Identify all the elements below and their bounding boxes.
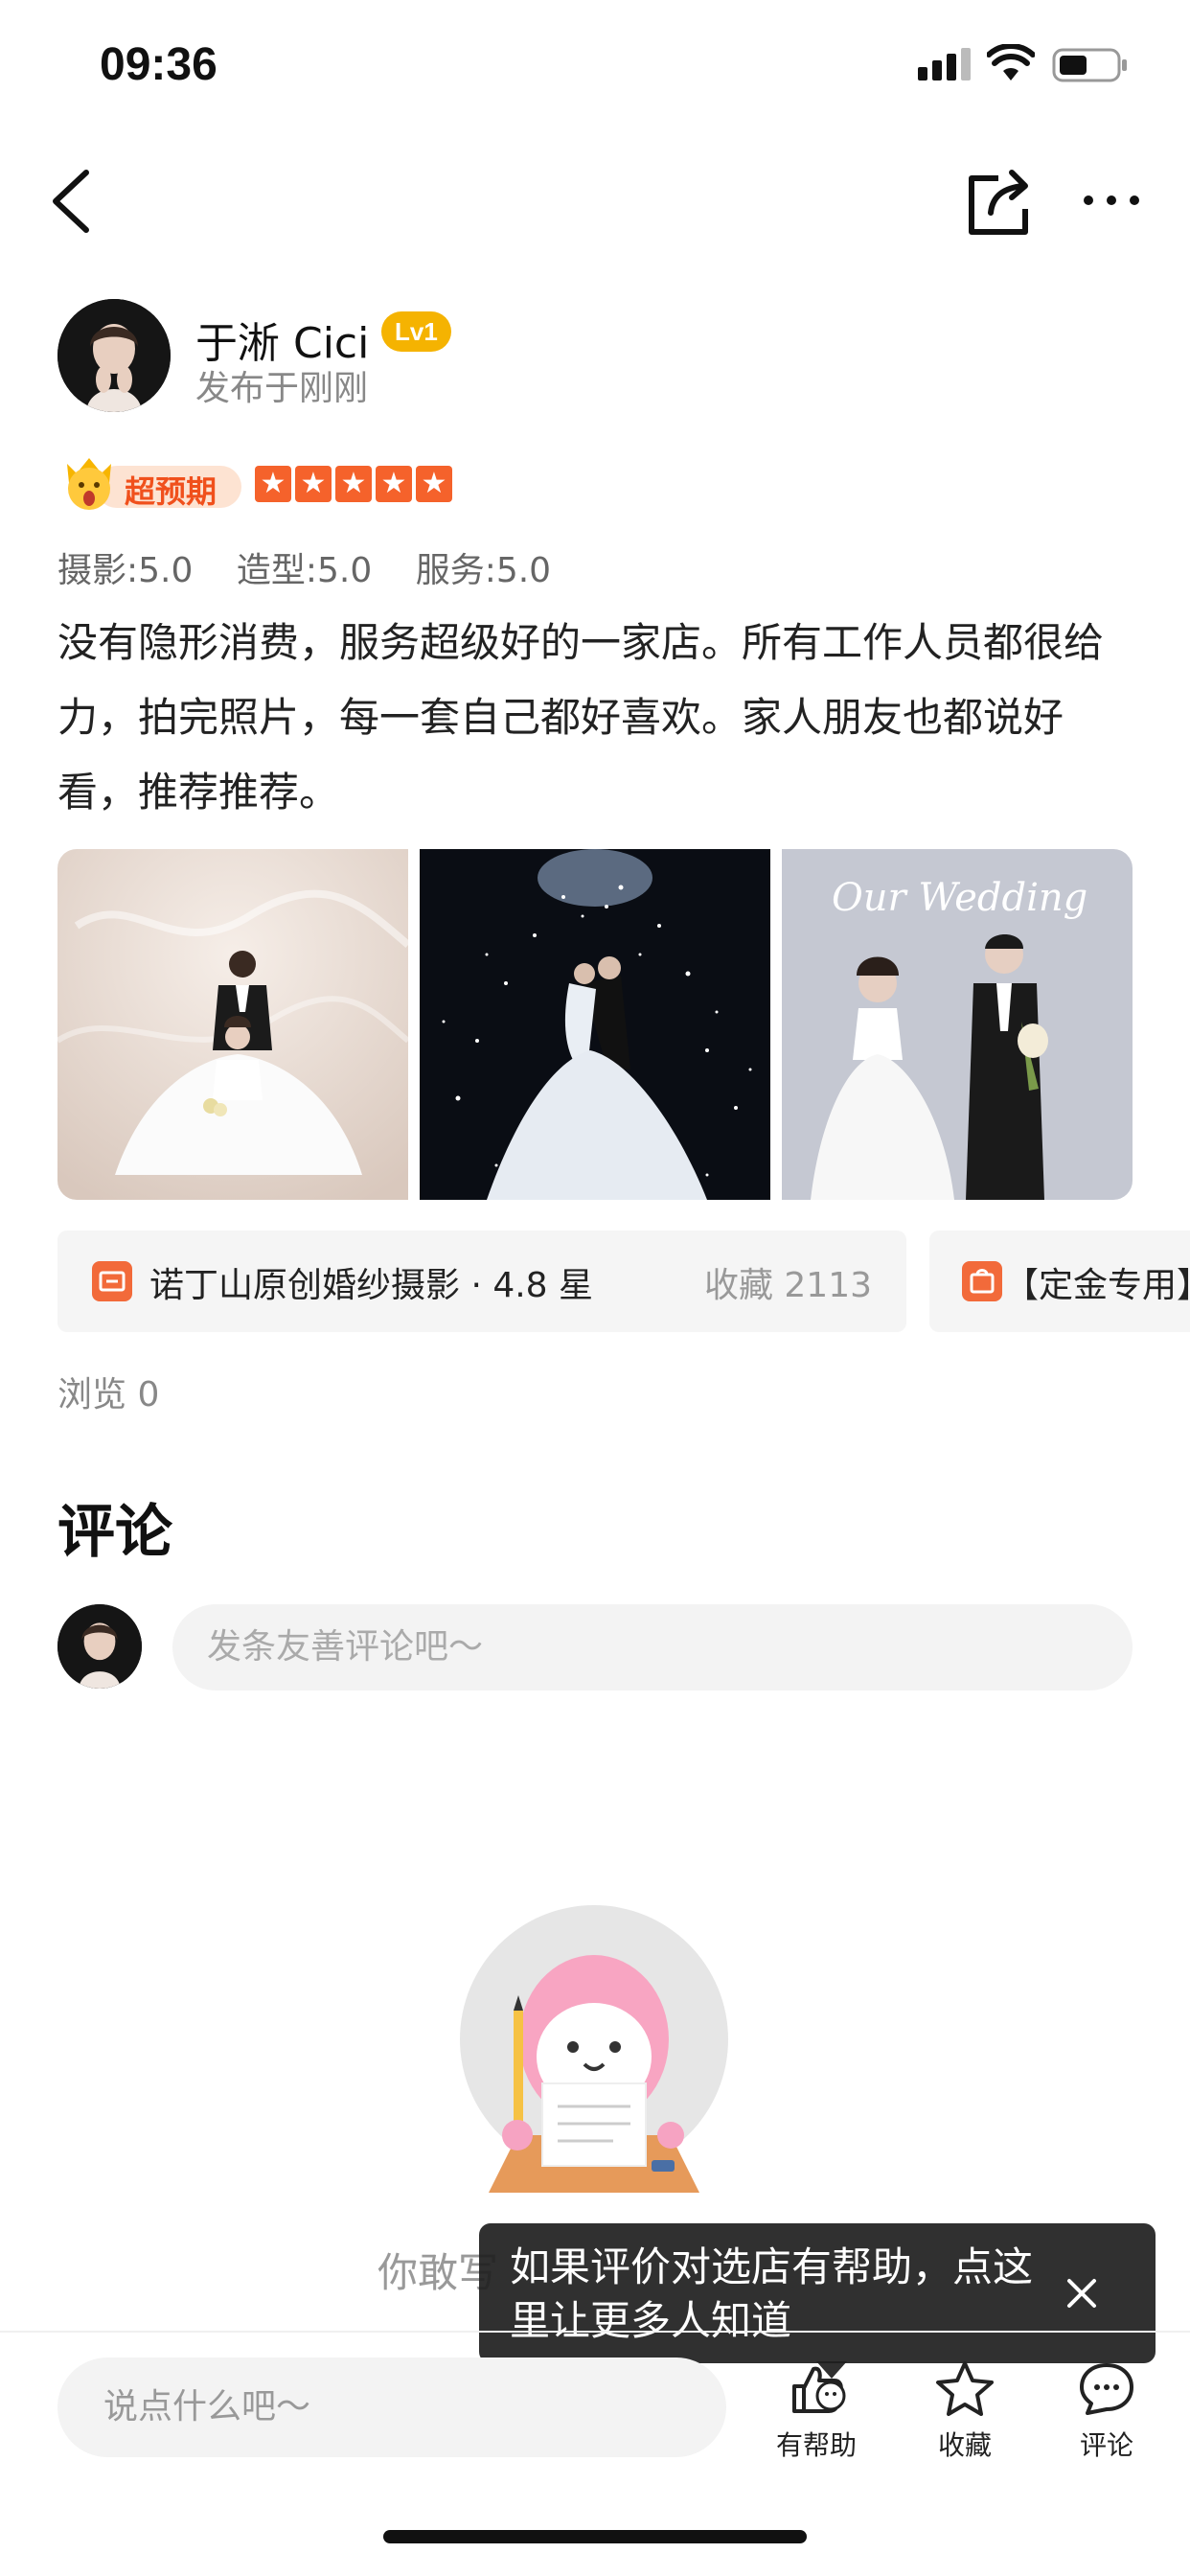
shop-card[interactable]: 诺丁山原创婚纱摄影 · 4.8 星 收藏 2113: [57, 1230, 906, 1332]
author-avatar[interactable]: [57, 299, 171, 412]
score-service: 服务:5.0: [415, 551, 552, 590]
favorite-label: 收藏: [937, 2429, 992, 2461]
bag-icon: [962, 1261, 1002, 1301]
star-icon: ★: [335, 466, 372, 502]
share-icon[interactable]: [964, 165, 1033, 238]
view-count: 浏览 0: [57, 1375, 160, 1414]
battery-icon: [1052, 48, 1127, 82]
review-photo[interactable]: [57, 849, 408, 1200]
helpful-label: 有帮助: [775, 2429, 857, 2461]
product-name: 【定金专用】: [1004, 1266, 1190, 1305]
helpful-tooltip[interactable]: 如果评价对选店有帮助，点这里让更多人知道: [479, 2223, 1156, 2379]
comment-button[interactable]: 评论: [1049, 2359, 1164, 2465]
shop-name: 诺丁山原创婚纱摄影 · 4.8 星: [149, 1266, 594, 1305]
comment-bubble-icon: [1080, 2363, 1133, 2415]
status-bar: 09:36: [0, 0, 1190, 134]
review-photo[interactable]: [420, 849, 770, 1200]
super-expectation-tag: 超预期: [57, 450, 245, 518]
close-icon[interactable]: [1056, 2267, 1108, 2319]
comment-label: 评论: [1079, 2429, 1133, 2461]
back-icon[interactable]: [44, 163, 102, 240]
favorite-button[interactable]: 收藏: [907, 2359, 1022, 2465]
shop-fav-count: 收藏 2113: [703, 1266, 872, 1305]
status-time: 09:36: [100, 39, 217, 90]
author-header: 于淅 Cici Lv1 发布于刚刚: [57, 299, 1131, 414]
sub-scores: 摄影:5.0 造型:5.0 服务:5.0: [57, 542, 584, 592]
bottom-divider: [0, 2331, 1190, 2333]
product-card[interactable]: 【定金专用】: [929, 1230, 1190, 1332]
super-tag-label: 超预期: [125, 473, 217, 510]
star-icon: ★: [295, 466, 332, 502]
post-time: 发布于刚刚: [195, 369, 369, 408]
star-icon: ★: [255, 466, 291, 502]
score-styling: 造型:5.0: [236, 551, 373, 590]
photo-grid: Our Wedding: [57, 849, 1133, 1200]
photo-overlay-text: Our Wedding: [832, 876, 1087, 920]
review-photo[interactable]: Our Wedding: [782, 849, 1133, 1200]
signal-icon: [918, 48, 971, 80]
home-indicator: [383, 2530, 807, 2543]
thumbs-up-icon: [792, 2366, 846, 2413]
shop-icon: [92, 1261, 132, 1301]
review-text: 没有隐形消费，服务超级好的一家店。所有工作人员都很给力，拍完照片，每一套自己都好…: [57, 619, 1105, 816]
star-rating: ★ ★ ★ ★ ★: [255, 466, 452, 504]
helpful-button[interactable]: 有帮助: [759, 2359, 874, 2465]
comment-input[interactable]: 发条友善评论吧～: [172, 1604, 1133, 1690]
bottom-comment-input[interactable]: 说点什么吧～: [57, 2358, 726, 2457]
empty-comments-illustration: [460, 1905, 728, 2193]
user-avatar: [57, 1604, 142, 1689]
wifi-icon: [987, 44, 1035, 80]
star-icon: ★: [416, 466, 452, 502]
score-photography: 摄影:5.0: [57, 551, 194, 590]
more-icon[interactable]: [1081, 176, 1142, 224]
amazed-face-icon: [67, 458, 111, 510]
star-icon: ★: [376, 466, 412, 502]
level-badge: Lv1: [381, 311, 451, 352]
top-nav: [0, 153, 1190, 249]
star-outline-icon: [936, 2361, 994, 2416]
comments-title: 评论: [57, 1499, 172, 1566]
rating-row: 超预期 ★ ★ ★ ★ ★: [57, 450, 632, 518]
